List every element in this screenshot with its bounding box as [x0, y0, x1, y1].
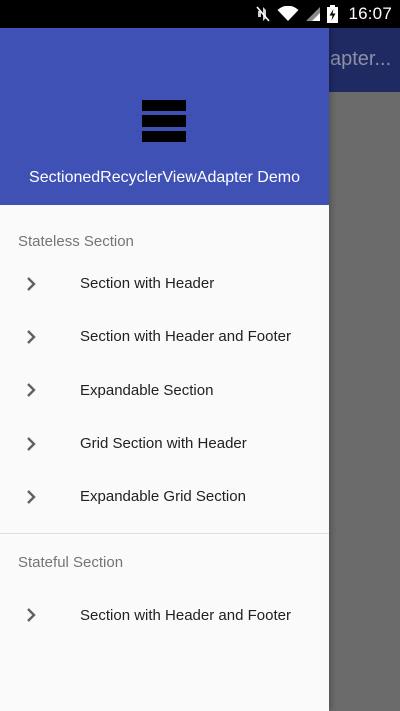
menu-item-expandable-grid-section[interactable]: Expandable Grid Section [0, 470, 329, 523]
battery-charging-icon [327, 5, 339, 23]
view-stream-icon [142, 100, 186, 142]
chevron-right-icon [24, 276, 38, 292]
chevron-right-icon [24, 436, 38, 452]
background-toolbar-title: apter... [330, 48, 392, 70]
mute-icon [255, 5, 271, 23]
menu-item-label: Section with Header [80, 275, 215, 293]
chevron-right-icon [24, 607, 38, 623]
status-time: 16:07 [348, 4, 392, 23]
menu-item-stateful-section-with-header-and-footer[interactable]: Section with Header and Footer [0, 588, 329, 641]
menu-item-section-with-header[interactable]: Section with Header [0, 257, 329, 310]
stateful-section: Stateful Section Section with Header and… [0, 534, 329, 641]
section-title-stateless: Stateless Section [18, 233, 134, 250]
menu-item-grid-section-with-header[interactable]: Grid Section with Header [0, 417, 329, 470]
status-bar: 16:07 [0, 0, 400, 28]
menu-item-label: Expandable Grid Section [80, 488, 246, 506]
signal-icon [305, 6, 321, 22]
drawer-header-title: SectionedRecyclerViewAdapter Demo [29, 169, 300, 186]
menu-item-label: Section with Header and Footer [80, 328, 291, 346]
chevron-right-icon [24, 489, 38, 505]
chevron-right-icon [24, 382, 38, 398]
menu-item-label: Expandable Section [80, 381, 214, 399]
wifi-icon [277, 6, 299, 22]
chevron-right-icon [24, 329, 38, 345]
menu-item-label: Grid Section with Header [80, 435, 247, 453]
navigation-drawer: SectionedRecyclerViewAdapter Demo Statel… [0, 28, 329, 711]
section-title-stateful: Stateful Section [18, 554, 124, 572]
menu-item-section-with-header-and-footer[interactable]: Section with Header and Footer [0, 310, 329, 363]
drawer-header: SectionedRecyclerViewAdapter Demo [0, 28, 329, 205]
menu-item-expandable-section[interactable]: Expandable Section [0, 364, 329, 417]
stateless-section: Stateless Section Section with Header Se… [0, 205, 329, 533]
menu-item-label: Section with Header and Footer [80, 606, 291, 624]
